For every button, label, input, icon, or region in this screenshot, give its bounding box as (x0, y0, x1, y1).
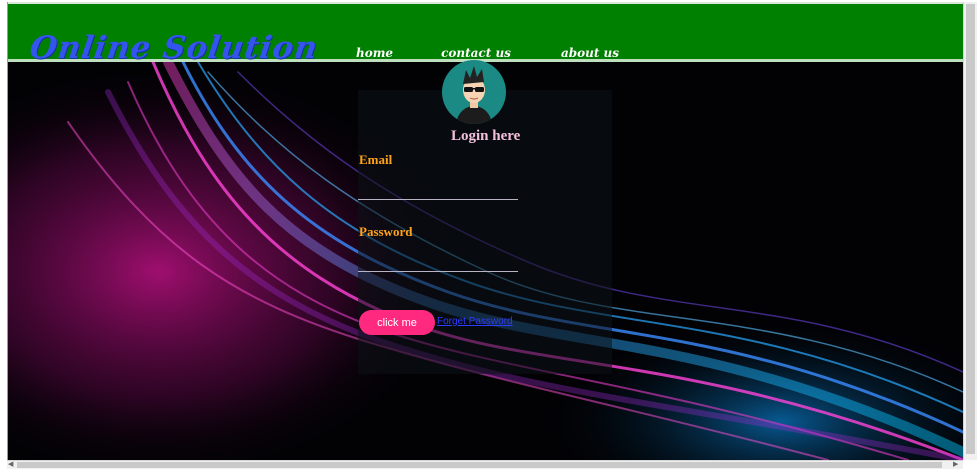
nav-home-link[interactable]: home (356, 46, 393, 60)
top-navbar: Online Solution home contact us about us (8, 2, 963, 66)
main-nav: home contact us about us (356, 46, 619, 60)
email-field[interactable] (358, 178, 518, 200)
scroll-left-arrow-icon[interactable]: ◀ (8, 460, 13, 468)
site-logo[interactable]: Online Solution (27, 30, 320, 66)
nav-about-link[interactable]: about us (561, 46, 619, 60)
vertical-scroll-thumb[interactable] (966, 4, 975, 454)
scroll-right-arrow-icon[interactable]: ▶ (953, 460, 958, 468)
email-label: Email (359, 152, 393, 167)
password-field[interactable] (358, 250, 518, 272)
nav-contact-link[interactable]: contact us (441, 46, 511, 60)
forgot-password-link[interactable]: Forget Password (437, 316, 513, 327)
user-avatar-icon (442, 60, 506, 124)
login-heading: Login here (451, 128, 521, 144)
page-viewport: Online Solution home contact us about us… (7, 2, 963, 460)
submit-button[interactable]: click me (359, 310, 435, 335)
horizontal-scroll-thumb[interactable] (17, 462, 942, 468)
password-label: Password (359, 224, 413, 239)
vertical-scrollbar[interactable]: ▲ (963, 2, 977, 460)
